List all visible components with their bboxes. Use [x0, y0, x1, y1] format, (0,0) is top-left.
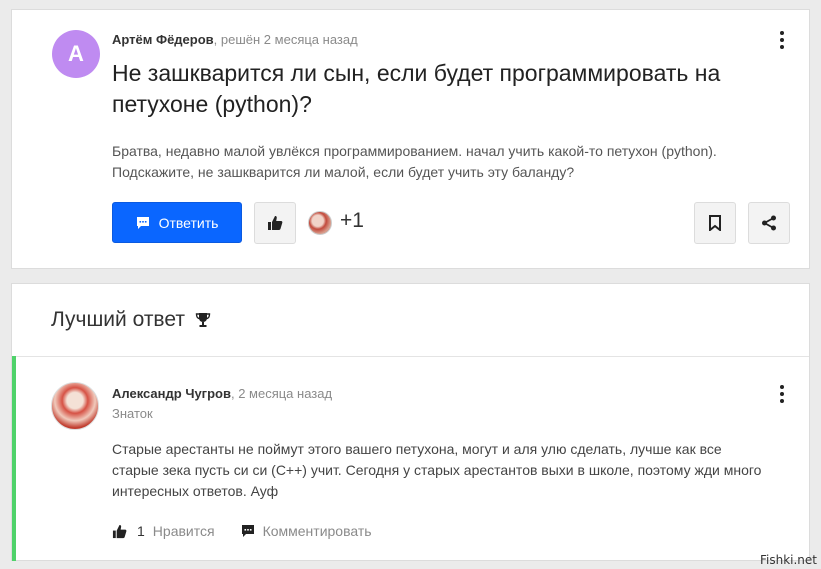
- best-answer-card: Лучший ответ Александр Чугров, 2 месяца …: [11, 283, 810, 561]
- question-menu-icon[interactable]: [772, 30, 792, 50]
- answer-actions: 1 Нравится Комментировать: [112, 523, 372, 539]
- question-body: Братва, недавно малой увлёкся программир…: [112, 143, 717, 180]
- best-answer-heading: Лучший ответ: [51, 308, 211, 332]
- trophy-icon: [195, 313, 211, 327]
- liker-avatar[interactable]: [308, 211, 332, 235]
- best-answer-title: Лучший ответ: [51, 308, 185, 331]
- answer-like-count: 1: [137, 523, 145, 539]
- divider: [12, 356, 809, 357]
- like-button[interactable]: [254, 202, 296, 244]
- thumbs-up-icon: [268, 216, 283, 230]
- watermark: Fishki.net: [759, 553, 817, 567]
- answer-like-icon[interactable]: [112, 524, 127, 539]
- comment-icon: [241, 525, 254, 537]
- bookmark-icon: [709, 215, 721, 231]
- question-status: , решён 2 месяца назад: [213, 32, 358, 47]
- answer-meta: Александр Чугров, 2 месяца назад: [112, 386, 332, 401]
- reply-button[interactable]: Ответить: [112, 202, 242, 243]
- answer-author-rank: Знаток: [112, 406, 153, 421]
- answer-body: Старые арестанты не поймут этого вашего …: [112, 441, 762, 499]
- share-button[interactable]: [748, 202, 790, 244]
- bookmark-button[interactable]: [694, 202, 736, 244]
- author-avatar[interactable]: A: [52, 30, 100, 78]
- comment-icon: [136, 216, 149, 229]
- answer-menu-icon[interactable]: [772, 384, 792, 404]
- answer-author-avatar[interactable]: [51, 382, 99, 430]
- reply-button-label: Ответить: [158, 214, 219, 231]
- answer-comment-label: Комментировать: [262, 523, 372, 539]
- share-icon: [762, 215, 776, 231]
- answer-time: , 2 месяца назад: [230, 386, 333, 401]
- answer-like-button[interactable]: Нравится: [153, 523, 215, 539]
- like-count: +1: [340, 209, 364, 232]
- answer-author[interactable]: Александр Чугров: [112, 386, 231, 401]
- question-meta: Артём Фёдеров, решён 2 месяца назад: [112, 32, 358, 47]
- question-card: A Артём Фёдеров, решён 2 месяца назад Не…: [11, 9, 810, 269]
- answer-comment-button[interactable]: Комментировать: [241, 523, 372, 539]
- best-answer-accent-bar: [12, 356, 16, 561]
- question-title: Не зашкварится ли сын, если будет програ…: [112, 60, 721, 117]
- question-author[interactable]: Артём Фёдеров: [112, 32, 214, 47]
